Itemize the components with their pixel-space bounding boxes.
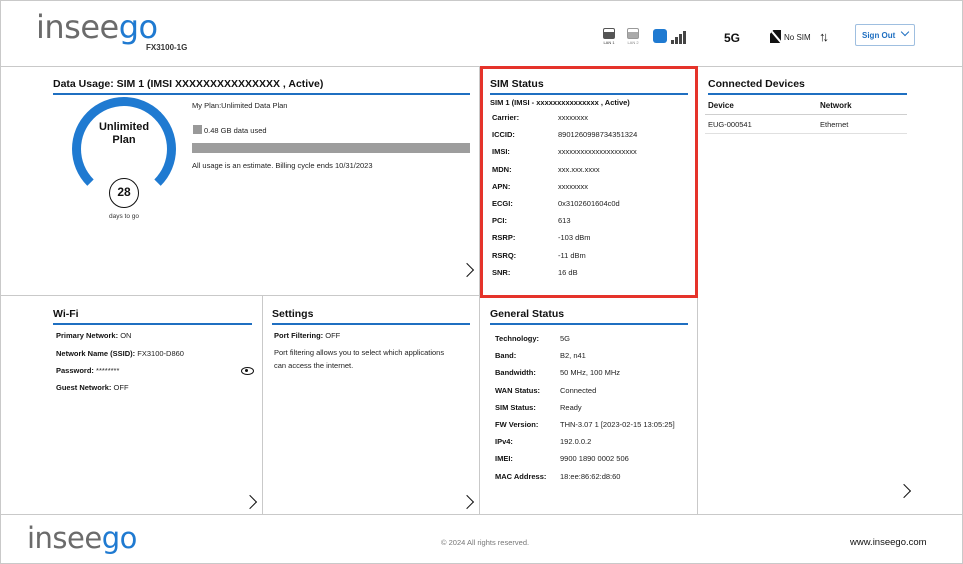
general-status-row-key: WAN Status: — [495, 385, 540, 395]
sim-status-highlight — [480, 66, 698, 298]
my-plan-text: My Plan:Unlimited Data Plan — [192, 101, 288, 110]
general-status-row-key: FW Version: — [495, 420, 539, 429]
port-filtering-desc-1: Port filtering allows you to select whic… — [274, 348, 445, 357]
general-status-row-value: 9900 1890 0002 506 — [560, 454, 629, 464]
sign-out-button[interactable]: Sign Out — [855, 24, 915, 46]
port-filtering-row: Port Filtering: OFF — [274, 331, 340, 340]
guest-network-row: Guest Network: OFF — [56, 383, 129, 392]
password-row: Password: ******** — [56, 366, 119, 375]
ssid-row: Network Name (SSID): FX3100-D860 — [56, 349, 184, 358]
logo-text-accent: go — [118, 8, 158, 46]
general-status-row-value: 5G — [560, 334, 571, 343]
primary-network-value: ON — [120, 331, 132, 340]
chevron-down-icon — [900, 27, 910, 37]
data-used-swatch — [193, 125, 202, 134]
settings-title: Settings — [272, 308, 314, 320]
password-key: Password: — [56, 366, 94, 375]
title-underline — [490, 323, 688, 325]
title-underline — [272, 323, 470, 325]
wifi-status-icon — [653, 29, 667, 43]
general-status-row-value: 192.0.0.2 — [560, 437, 592, 447]
device-name-cell: EUG-000541 — [708, 120, 752, 129]
logo-text-main: insee — [36, 8, 119, 46]
sign-out-label: Sign Out — [862, 30, 896, 40]
col-header-network: Network — [820, 101, 852, 110]
general-status-row-key: Technology: — [495, 334, 540, 343]
sim-state-text: No SIM — [784, 33, 811, 42]
ssid-key: Network Name (SSID): — [56, 349, 136, 358]
guest-network-key: Guest Network: — [56, 383, 112, 392]
port-filtering-desc-2: can access the internet. — [274, 361, 354, 370]
inseego-logo[interactable]: inseego — [36, 8, 158, 46]
general-status-row-value: 18:ee:86:62:d8:60 — [560, 471, 621, 481]
lan1-label: LAN 1 — [603, 40, 615, 45]
col-header-device: Device — [708, 101, 734, 110]
primary-network-row: Primary Network: ON — [56, 331, 131, 340]
general-status-row-value: THN-3.07 1 [2023-02-15 13:05:25] — [560, 420, 675, 429]
column-divider — [262, 296, 263, 514]
footer-logo-main: insee — [27, 521, 102, 555]
copyright-text: © 2024 All rights reserved. — [441, 538, 530, 547]
title-underline — [708, 93, 907, 95]
table-divider — [705, 114, 907, 115]
device-model: FX3100-1G — [146, 43, 188, 52]
signal-strength-icon — [669, 28, 689, 44]
website-link[interactable]: www.inseego.com — [850, 537, 927, 548]
billing-note: All usage is an estimate. Billing cycle … — [192, 161, 373, 170]
general-status-row-value: Connected — [560, 385, 597, 395]
title-underline — [53, 323, 252, 325]
port-filtering-key: Port Filtering: — [274, 331, 324, 340]
data-usage-title: Data Usage: SIM 1 (IMSI XXXXXXXXXXXXXXX … — [53, 78, 324, 90]
password-value: ******** — [96, 366, 120, 375]
general-status-row-value: B2, n41 — [560, 351, 586, 361]
general-status-row-key: SIM Status: — [495, 402, 536, 412]
days-remaining: 28 — [109, 178, 139, 208]
top-header: inseego FX3100-1G LAN 1 LAN 2 5G No SIM … — [0, 0, 963, 67]
no-sim-icon — [770, 30, 781, 43]
data-transfer-icon: ↑↓ — [819, 29, 829, 44]
port-filtering-value: OFF — [325, 331, 341, 340]
general-status-row-value: Ready — [560, 402, 582, 412]
primary-network-key: Primary Network: — [56, 331, 119, 340]
wifi-title: Wi-Fi — [53, 308, 79, 320]
ethernet-port-icon — [627, 28, 639, 39]
usage-progress-bar — [192, 143, 470, 153]
ssid-value: FX3100-D860 — [137, 349, 184, 358]
network-type: 5G — [724, 31, 741, 45]
guest-network-value: OFF — [113, 383, 129, 392]
general-status-row-key: IPv4: — [495, 437, 513, 447]
table-divider — [705, 133, 907, 134]
title-underline — [53, 93, 470, 95]
general-status-row-key: Bandwidth: — [495, 368, 536, 378]
show-password-eye-icon[interactable] — [241, 367, 254, 375]
device-network-cell: Ethernet — [820, 120, 849, 129]
general-status-row-key: MAC Address: — [495, 471, 547, 481]
data-used-text: 0.48 GB data used — [204, 126, 267, 135]
days-remaining-label: days to go — [109, 213, 139, 220]
plan-line1: Unlimited — [98, 121, 150, 133]
connected-devices-title: Connected Devices — [708, 78, 805, 90]
lan1-status: LAN 1 — [601, 28, 617, 45]
general-status-row-key: Band: — [495, 351, 517, 361]
plan-line2: Plan — [112, 134, 136, 146]
general-status-title: General Status — [490, 308, 565, 320]
general-status-row-value: 50 MHz, 100 MHz — [560, 368, 621, 378]
lan2-label: LAN 2 — [627, 40, 639, 45]
plan-label: Unlimited Plan — [72, 121, 176, 147]
footer-logo-accent: go — [101, 521, 138, 555]
general-status-row-key: IMEI: — [495, 454, 513, 464]
lan2-status: LAN 2 — [625, 28, 641, 45]
footer-inseego-logo[interactable]: inseego — [27, 521, 137, 555]
ethernet-port-icon — [603, 28, 615, 39]
